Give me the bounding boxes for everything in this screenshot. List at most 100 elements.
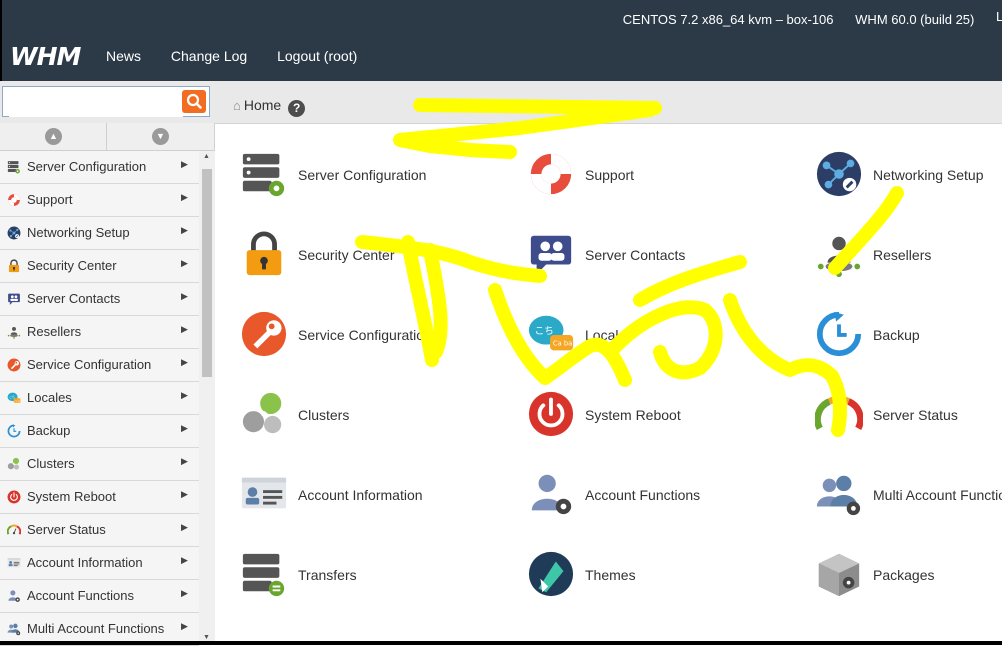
svg-text:Ca ba: Ca ba (15, 400, 21, 402)
tile-label: Resellers (873, 247, 932, 263)
sidebar-item-networking-setup[interactable]: Networking Setup ▶ (0, 217, 199, 250)
breadcrumb: ⌂ Home? (233, 97, 306, 117)
breadcrumb-home[interactable]: Home (244, 97, 281, 113)
changelog-link[interactable]: Change Log (171, 48, 247, 64)
chevron-right-icon[interactable]: ▶ (181, 423, 188, 434)
search-button[interactable] (182, 90, 206, 113)
sidebar-item-account-functions[interactable]: Account Functions ▶ (0, 580, 199, 613)
contacts-icon (527, 230, 577, 280)
wrench-icon (7, 358, 21, 372)
chevron-right-icon[interactable]: ▶ (181, 159, 188, 170)
home-icon: ⌂ (233, 98, 241, 113)
chevron-right-icon[interactable]: ▶ (181, 588, 188, 599)
search-box (2, 86, 210, 117)
lock-icon (7, 259, 21, 273)
tile-label: Clusters (298, 407, 350, 423)
help-icon[interactable]: ? (288, 100, 306, 117)
sidebar-item-support[interactable]: Support ▶ (0, 184, 199, 217)
tile-label: Security Center (298, 247, 395, 263)
sidebar-item-label: Account Functions (27, 588, 134, 603)
sidebar-item-label: Resellers (27, 324, 82, 339)
account-info-icon (240, 470, 290, 520)
sidebar-item-locales[interactable]: こち Ca ba Locales ▶ (0, 382, 199, 415)
lifebuoy-icon (7, 193, 21, 207)
sidebar-item-account-information[interactable]: Account Information ▶ (0, 547, 199, 580)
locales-icon: こち Ca ba (527, 310, 577, 360)
sidebar-item-label: Support (27, 192, 73, 207)
backup-icon (7, 424, 21, 438)
chevron-right-icon[interactable]: ▶ (181, 456, 188, 467)
sidebar-item-security-center[interactable]: Security Center ▶ (0, 250, 199, 283)
sidebar-item-label: Server Contacts (27, 291, 121, 306)
sidebar-item-server-configuration[interactable]: Server Configuration ▶ (0, 151, 199, 184)
expand-up-button[interactable]: ▲ (0, 123, 107, 150)
chevron-down-icon: ▼ (152, 128, 169, 145)
account-functions-icon (527, 470, 577, 520)
transfers-icon (240, 550, 290, 600)
chevron-right-icon[interactable]: ▶ (181, 555, 188, 566)
tile-label: Themes (585, 567, 636, 583)
chevron-right-icon[interactable]: ▶ (181, 291, 188, 302)
sidebar-item-resellers[interactable]: Resellers ▶ (0, 316, 199, 349)
locales-icon: こち Ca ba (7, 391, 21, 405)
tile-label: Service Configuration (298, 327, 432, 343)
sidebar: ▲ ▼ Server Configuration ▶ Support ▶ Network… (0, 123, 215, 646)
version-info: WHM 60.0 (build 25) (855, 12, 975, 27)
account-functions-icon (7, 589, 21, 603)
system-info: CENTOS 7.2 x86_64 kvm – box-106 WHM 60.0… (623, 9, 1002, 27)
top-nav: News Change Log Logout (root) (106, 48, 383, 64)
wrench-icon (240, 310, 290, 360)
sidebar-item-backup[interactable]: Backup ▶ (0, 415, 199, 448)
sidebar-item-label: Clusters (27, 456, 75, 471)
search-bar: ⌂ Home? (0, 81, 1002, 124)
chevron-right-icon[interactable]: ▶ (181, 390, 188, 401)
sidebar-item-label: System Reboot (27, 489, 116, 504)
chevron-right-icon[interactable]: ▶ (181, 225, 188, 236)
tile-label: Packages (873, 567, 935, 583)
sidebar-item-label: Security Center (27, 258, 117, 273)
chevron-right-icon[interactable]: ▶ (181, 489, 188, 500)
sidebar-item-label: Server Configuration (27, 159, 147, 174)
chevron-right-icon[interactable]: ▶ (181, 357, 188, 368)
tile-label: Server Status (873, 407, 958, 423)
sidebar-item-server-contacts[interactable]: Server Contacts ▶ (0, 283, 199, 316)
sidebar-item-server-status[interactable]: Server Status ▶ (0, 514, 199, 547)
sidebar-item-label: Backup (27, 423, 71, 438)
sidebar-item-label: Networking Setup (27, 225, 130, 240)
search-input[interactable] (9, 88, 183, 117)
backup-icon (815, 310, 865, 360)
tile-label: Server Contacts (585, 247, 686, 263)
chevron-right-icon[interactable]: ▶ (181, 621, 188, 632)
chevron-right-icon[interactable]: ▶ (181, 324, 188, 335)
sidebar-scrollbar[interactable]: ▲ ▼ (199, 151, 215, 645)
themes-icon (527, 550, 577, 600)
svg-text:Ca ba: Ca ba (553, 340, 572, 348)
bottom-edge (0, 641, 1002, 645)
tile-label: Account Information (298, 487, 423, 503)
gauge-icon (6, 523, 22, 537)
sidebar-item-system-reboot[interactable]: System Reboot ▶ (0, 481, 199, 514)
news-link[interactable]: News (106, 48, 141, 64)
logout-link[interactable]: Logout (root) (277, 48, 357, 64)
server-config-icon (7, 160, 21, 174)
tile-label: Networking Setup (873, 167, 984, 183)
account-info-icon (7, 556, 21, 570)
top-header: CENTOS 7.2 x86_64 kvm – box-106 WHM 60.0… (0, 0, 1002, 81)
sidebar-item-label: Locales (27, 390, 72, 405)
tile-label: Transfers (298, 567, 357, 583)
tile-label: Backup (873, 327, 920, 343)
whm-logo[interactable]: WHM (10, 42, 81, 71)
scroll-thumb[interactable] (202, 169, 212, 377)
chevron-right-icon[interactable]: ▶ (181, 522, 188, 533)
sidebar-item-clusters[interactable]: Clusters ▶ (0, 448, 199, 481)
scroll-down-icon[interactable]: ▼ (203, 634, 210, 641)
chevron-right-icon[interactable]: ▶ (181, 258, 188, 269)
truncated-link[interactable]: L (996, 9, 1002, 24)
expand-down-button[interactable]: ▼ (107, 123, 213, 150)
network-icon (7, 226, 21, 240)
scroll-up-icon[interactable]: ▲ (203, 153, 210, 160)
multi-account-icon (7, 622, 21, 636)
svg-text:こち: こち (535, 326, 554, 337)
sidebar-item-service-configuration[interactable]: Service Configuration ▶ (0, 349, 199, 382)
chevron-right-icon[interactable]: ▶ (181, 192, 188, 203)
